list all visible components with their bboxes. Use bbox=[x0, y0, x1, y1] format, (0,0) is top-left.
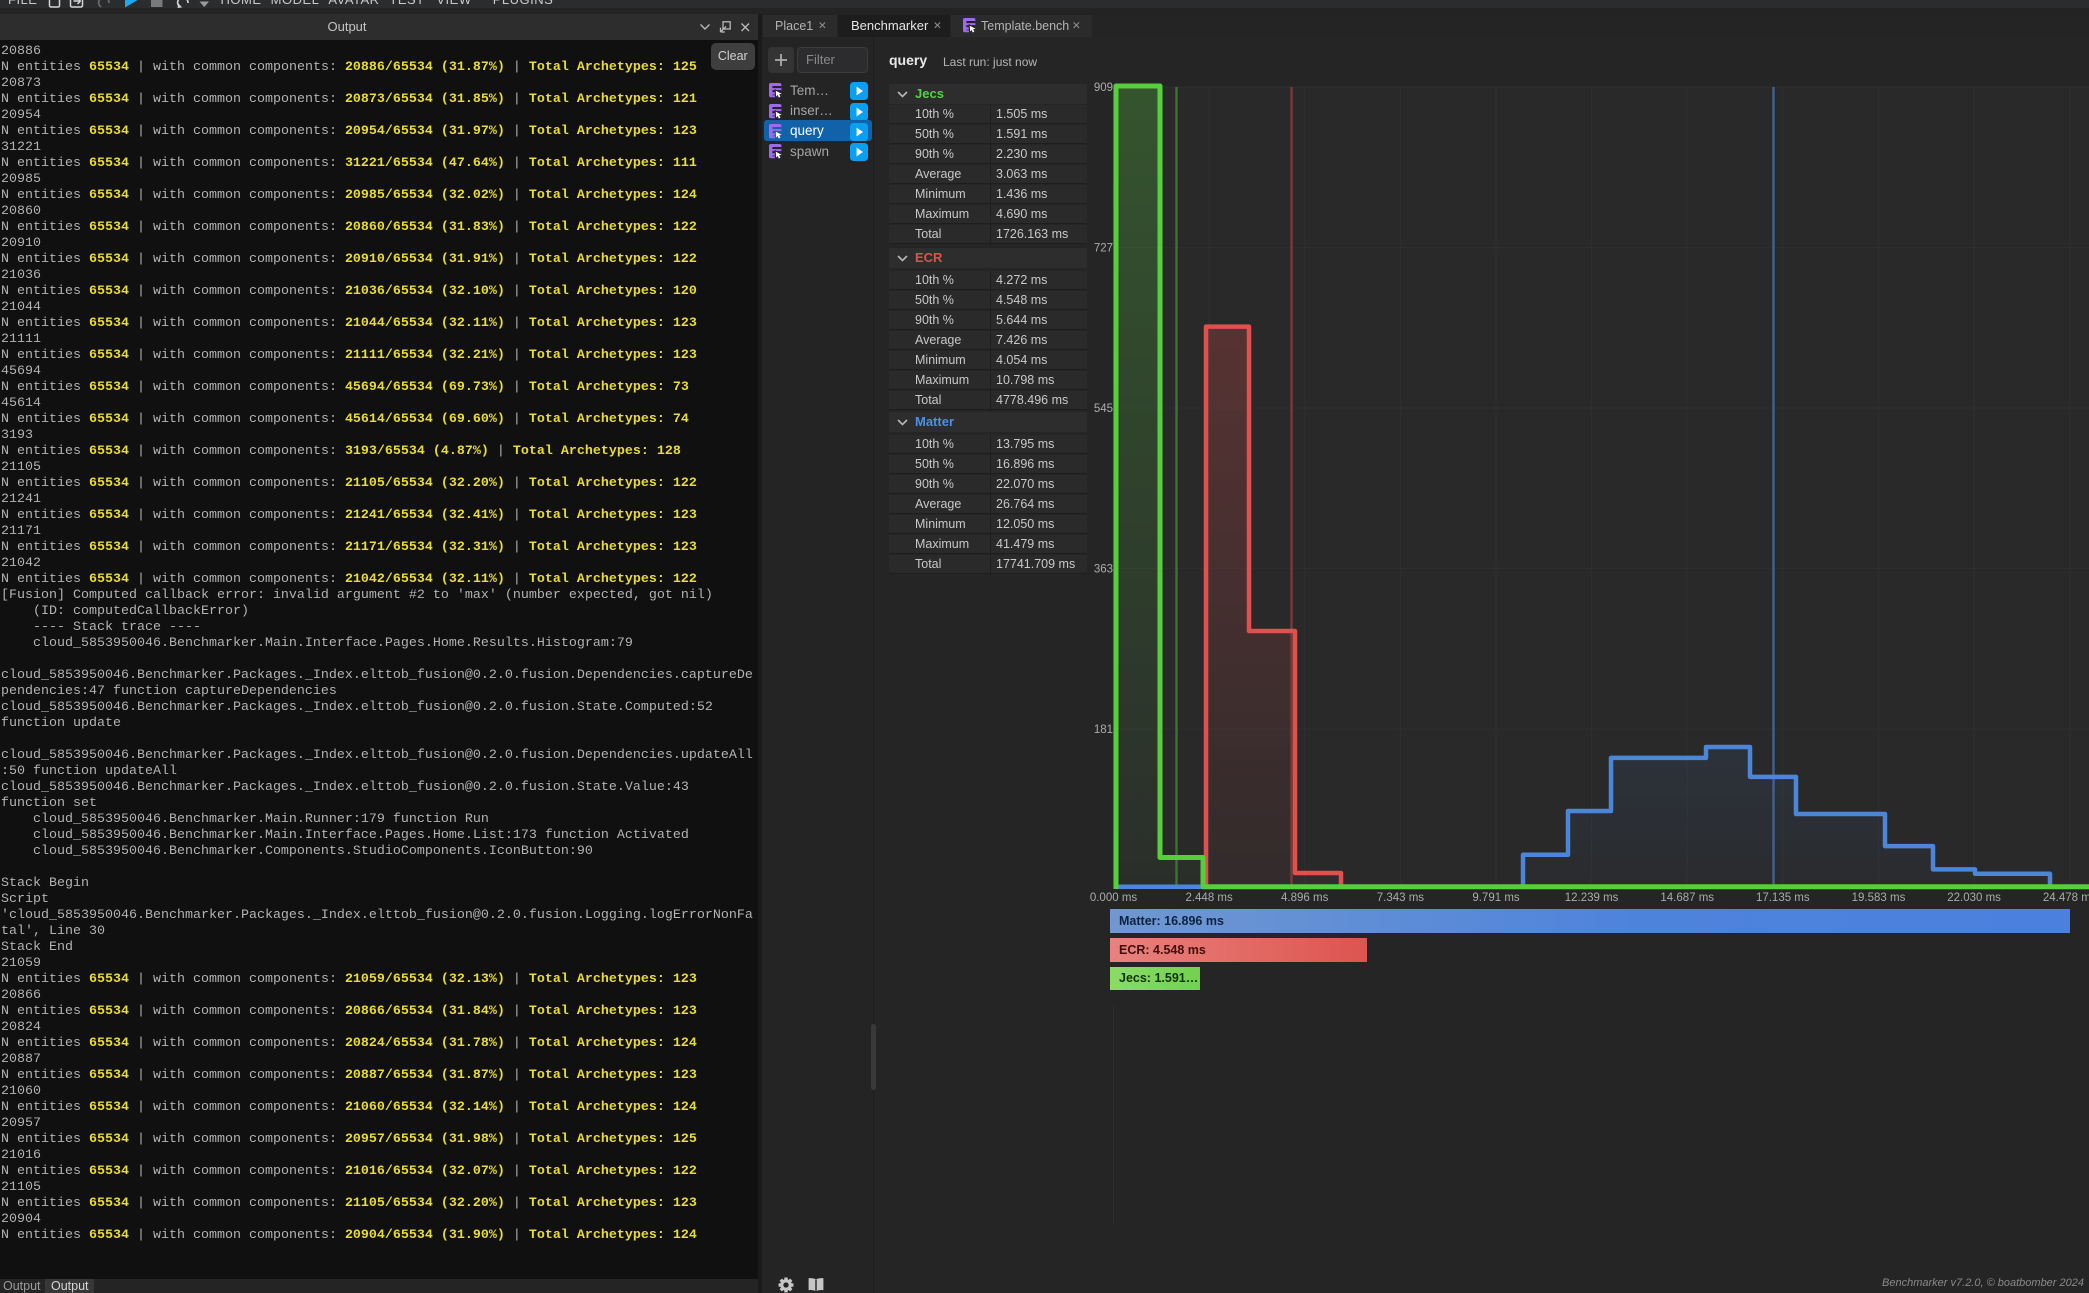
svg-text:7.343 ms: 7.343 ms bbox=[1377, 892, 1425, 904]
svg-text:545: 545 bbox=[1094, 403, 1113, 415]
svg-text:181: 181 bbox=[1094, 724, 1113, 736]
svg-text:0.000 ms: 0.000 ms bbox=[1090, 892, 1138, 904]
svg-text:727: 727 bbox=[1094, 243, 1113, 255]
svg-text:2.448 ms: 2.448 ms bbox=[1185, 892, 1233, 904]
svg-text:19.583 ms: 19.583 ms bbox=[1852, 892, 1906, 904]
svg-text:12.239 ms: 12.239 ms bbox=[1565, 892, 1619, 904]
svg-text:17.135 ms: 17.135 ms bbox=[1756, 892, 1810, 904]
svg-text:363: 363 bbox=[1094, 564, 1113, 576]
svg-text:14.687 ms: 14.687 ms bbox=[1660, 892, 1714, 904]
svg-text:22.030 ms: 22.030 ms bbox=[1947, 892, 2001, 904]
svg-text:9.791 ms: 9.791 ms bbox=[1472, 892, 1520, 904]
svg-text:4.896 ms: 4.896 ms bbox=[1281, 892, 1329, 904]
svg-text:24.478 ms: 24.478 ms bbox=[2043, 892, 2089, 904]
svg-text:909: 909 bbox=[1094, 82, 1113, 94]
